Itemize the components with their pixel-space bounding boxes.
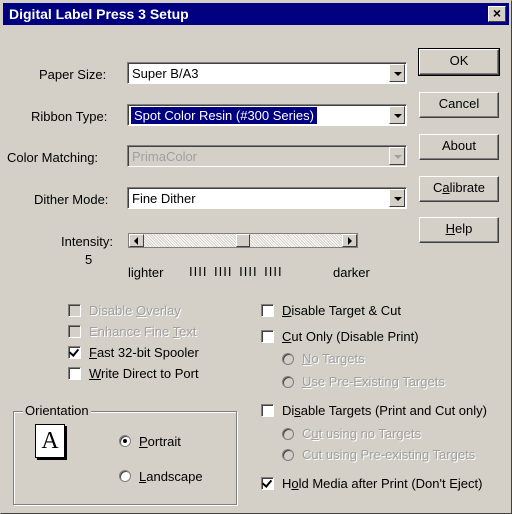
paper-size-value: Super B/A3 (132, 66, 199, 81)
fast-spooler-checkbox[interactable] (68, 346, 81, 359)
setup-dialog: Digital Label Press 3 Setup × Paper Size… (0, 0, 512, 514)
disable-targets-checkbox[interactable] (261, 404, 274, 417)
cancel-button[interactable]: Cancel (419, 92, 499, 118)
disable-overlay-label: Disable Overlay (89, 303, 181, 318)
fast-spooler-label[interactable]: Fast 32-bit Spooler (89, 345, 199, 360)
use-preexisting-radio (282, 376, 294, 388)
intensity-label: Intensity: (61, 234, 114, 249)
help-button[interactable]: Help (419, 217, 499, 243)
use-preexisting-label: Use Pre-Existing Targets (302, 374, 445, 389)
cut-only-label[interactable]: Cut Only (Disable Print) (282, 329, 419, 344)
color-matching-select: PrimaColor (127, 145, 407, 167)
chevron-down-icon[interactable] (389, 106, 405, 124)
write-direct-checkbox[interactable] (68, 367, 81, 380)
cut-preexisting-radio (282, 449, 294, 461)
no-targets-label: No Targets (302, 351, 365, 366)
ribbon-type-value: Spot Color Resin (#300 Series) (130, 106, 318, 125)
dither-mode-label: Dither Mode: (34, 192, 109, 207)
lighter-label: lighter (128, 265, 164, 280)
calibrate-button[interactable]: Calibrate (419, 176, 499, 202)
ok-button[interactable]: OK (418, 48, 500, 76)
paper-size-select[interactable]: Super B/A3 (127, 62, 407, 84)
enhance-fine-text-checkbox (68, 325, 81, 338)
color-matching-value: PrimaColor (132, 149, 198, 164)
disable-targets-label[interactable]: Disable Targets (Print and Cut only) (282, 403, 487, 418)
scroll-left-icon[interactable] (129, 234, 144, 247)
dither-mode-value: Fine Dither (132, 191, 196, 206)
ribbon-type-label: Ribbon Type: (31, 109, 108, 124)
cut-preexisting-label: Cut using Pre-existing Targets (302, 447, 476, 462)
ribbon-type-select[interactable]: Spot Color Resin (#300 Series) (127, 104, 407, 126)
chevron-down-icon[interactable] (389, 64, 405, 82)
landscape-radio[interactable] (119, 470, 131, 482)
color-matching-label: Color Matching: (7, 150, 99, 165)
close-icon: × (492, 5, 502, 21)
darker-label: darker (333, 265, 370, 280)
hold-media-checkbox[interactable] (261, 477, 274, 490)
intensity-slider[interactable] (128, 233, 358, 248)
close-button[interactable]: × (488, 6, 506, 22)
intensity-value: 5 (85, 252, 93, 267)
landscape-label[interactable]: Landscape (139, 469, 203, 484)
intensity-tick-marks: IIII IIII IIII IIII (189, 264, 283, 279)
orientation-title: Orientation (23, 403, 91, 418)
chevron-down-icon[interactable] (389, 189, 405, 207)
enhance-fine-text-label: Enhance Fine Text (89, 324, 197, 339)
no-targets-radio (282, 353, 294, 365)
cut-no-targets-radio (282, 428, 294, 440)
chevron-down-icon (389, 147, 405, 165)
hold-media-label[interactable]: Hold Media after Print (Don't Eject) (282, 476, 482, 491)
paper-size-label: Paper Size: (39, 67, 107, 82)
write-direct-label[interactable]: Write Direct to Port (89, 366, 199, 381)
dither-mode-select[interactable]: Fine Dither (127, 187, 407, 209)
portrait-radio[interactable] (119, 435, 131, 447)
cut-no-targets-label: Cut using no Targets (302, 426, 422, 441)
disable-target-cut-checkbox[interactable] (261, 304, 274, 317)
portrait-label[interactable]: Portrait (139, 434, 181, 449)
title-bar[interactable]: Digital Label Press 3 Setup × (3, 3, 509, 25)
cut-only-checkbox[interactable] (261, 330, 274, 343)
disable-target-cut-label[interactable]: Disable Target & Cut (282, 303, 401, 318)
window-title: Digital Label Press 3 Setup (9, 6, 189, 22)
scroll-right-icon[interactable] (342, 234, 357, 247)
slider-thumb[interactable] (236, 234, 250, 247)
about-button[interactable]: About (419, 134, 499, 160)
portrait-page-icon: A (35, 424, 65, 458)
disable-overlay-checkbox (68, 304, 81, 317)
